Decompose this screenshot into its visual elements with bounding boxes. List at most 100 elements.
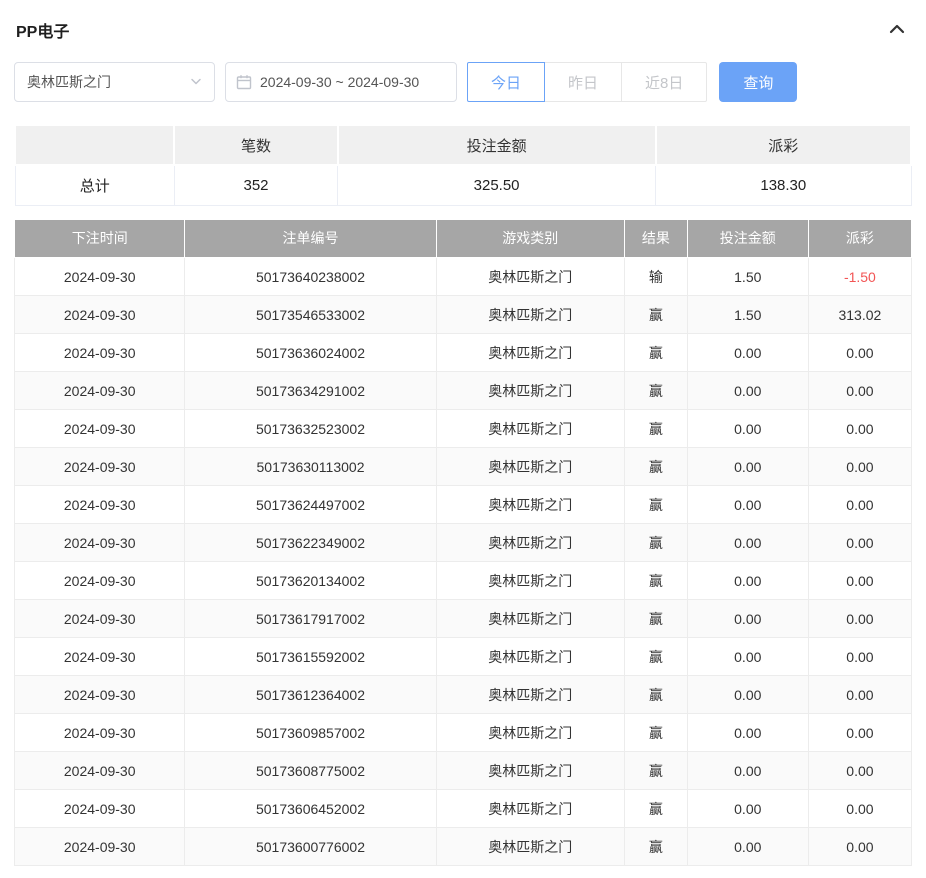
cell-payout: 0.00 <box>808 334 911 372</box>
cell-bet-amount: 0.00 <box>687 562 808 600</box>
cell-game-category: 奥林匹斯之门 <box>436 448 624 486</box>
cell-game-category: 奥林匹斯之门 <box>436 486 624 524</box>
cell-bet-amount: 0.00 <box>687 334 808 372</box>
cell-result: 赢 <box>624 676 687 714</box>
cell-result: 赢 <box>624 524 687 562</box>
cell-payout: 0.00 <box>808 410 911 448</box>
cell-order-number: 50173617917002 <box>185 600 436 638</box>
cell-bet-time: 2024-09-30 <box>15 296 185 334</box>
col-header-bet-amount: 投注金额 <box>687 220 808 258</box>
cell-bet-time: 2024-09-30 <box>15 372 185 410</box>
table-row: 2024-09-30 50173600776002 奥林匹斯之门 赢 0.00 … <box>15 828 912 866</box>
table-row: 2024-09-30 50173622349002 奥林匹斯之门 赢 0.00 … <box>15 524 912 562</box>
collapse-button[interactable] <box>884 20 910 41</box>
table-row: 2024-09-30 50173620134002 奥林匹斯之门 赢 0.00 … <box>15 562 912 600</box>
quick-range-last8days-button[interactable]: 近8日 <box>621 62 707 102</box>
cell-game-category: 奥林匹斯之门 <box>436 410 624 448</box>
records-tbody: 2024-09-30 50173640238002 奥林匹斯之门 输 1.50 … <box>15 258 912 866</box>
cell-payout: 0.00 <box>808 828 911 866</box>
cell-game-category: 奥林匹斯之门 <box>436 828 624 866</box>
col-header-payout: 派彩 <box>808 220 911 258</box>
cell-order-number: 50173624497002 <box>185 486 436 524</box>
panel-header: PP电子 <box>14 12 912 42</box>
cell-result: 赢 <box>624 600 687 638</box>
table-row: 2024-09-30 50173606452002 奥林匹斯之门 赢 0.00 … <box>15 790 912 828</box>
cell-order-number: 50173546533002 <box>185 296 436 334</box>
summary-total-label: 总计 <box>15 165 174 205</box>
cell-bet-amount: 0.00 <box>687 448 808 486</box>
cell-bet-time: 2024-09-30 <box>15 714 185 752</box>
cell-payout: 0.00 <box>808 600 911 638</box>
cell-order-number: 50173620134002 <box>185 562 436 600</box>
cell-bet-time: 2024-09-30 <box>15 828 185 866</box>
cell-bet-time: 2024-09-30 <box>15 676 185 714</box>
cell-order-number: 50173615592002 <box>185 638 436 676</box>
summary-table: 笔数 投注金额 派彩 总计 352 325.50 138.30 <box>14 124 912 206</box>
table-row: 2024-09-30 50173632523002 奥林匹斯之门 赢 0.00 … <box>15 410 912 448</box>
cell-order-number: 50173640238002 <box>185 258 436 296</box>
cell-order-number: 50173630113002 <box>185 448 436 486</box>
table-row: 2024-09-30 50173636024002 奥林匹斯之门 赢 0.00 … <box>15 334 912 372</box>
cell-bet-time: 2024-09-30 <box>15 562 185 600</box>
records-table: 下注时间 注单编号 游戏类别 结果 投注金额 派彩 2024-09-30 501… <box>14 220 912 867</box>
summary-col-count: 笔数 <box>174 125 337 165</box>
table-row: 2024-09-30 50173630113002 奥林匹斯之门 赢 0.00 … <box>15 448 912 486</box>
cell-bet-amount: 0.00 <box>687 638 808 676</box>
cell-game-category: 奥林匹斯之门 <box>436 714 624 752</box>
cell-result: 赢 <box>624 448 687 486</box>
game-select[interactable]: 奥林匹斯之门 <box>14 62 215 102</box>
cell-bet-amount: 0.00 <box>687 752 808 790</box>
cell-game-category: 奥林匹斯之门 <box>436 372 624 410</box>
cell-order-number: 50173632523002 <box>185 410 436 448</box>
table-row: 2024-09-30 50173624497002 奥林匹斯之门 赢 0.00 … <box>15 486 912 524</box>
cell-order-number: 50173609857002 <box>185 714 436 752</box>
cell-order-number: 50173608775002 <box>185 752 436 790</box>
cell-bet-amount: 0.00 <box>687 600 808 638</box>
cell-payout: 0.00 <box>808 486 911 524</box>
cell-bet-amount: 0.00 <box>687 714 808 752</box>
table-row: 2024-09-30 50173615592002 奥林匹斯之门 赢 0.00 … <box>15 638 912 676</box>
cell-payout: 0.00 <box>808 372 911 410</box>
date-range-value: 2024-09-30 ~ 2024-09-30 <box>260 74 419 90</box>
cell-bet-amount: 0.00 <box>687 828 808 866</box>
cell-bet-time: 2024-09-30 <box>15 790 185 828</box>
col-header-bet-time: 下注时间 <box>15 220 185 258</box>
calendar-icon <box>236 74 252 90</box>
cell-bet-amount: 0.00 <box>687 410 808 448</box>
search-button[interactable]: 查询 <box>719 62 797 102</box>
cell-game-category: 奥林匹斯之门 <box>436 258 624 296</box>
cell-bet-amount: 0.00 <box>687 372 808 410</box>
summary-total-payout: 138.30 <box>656 165 911 205</box>
cell-bet-time: 2024-09-30 <box>15 752 185 790</box>
cell-game-category: 奥林匹斯之门 <box>436 638 624 676</box>
date-range-input[interactable]: 2024-09-30 ~ 2024-09-30 <box>225 62 457 102</box>
table-row: 2024-09-30 50173617917002 奥林匹斯之门 赢 0.00 … <box>15 600 912 638</box>
cell-bet-time: 2024-09-30 <box>15 600 185 638</box>
cell-payout: 0.00 <box>808 752 911 790</box>
cell-bet-time: 2024-09-30 <box>15 486 185 524</box>
table-row: 2024-09-30 50173546533002 奥林匹斯之门 赢 1.50 … <box>15 296 912 334</box>
quick-range-yesterday-button[interactable]: 昨日 <box>544 62 622 102</box>
cell-payout: 0.00 <box>808 524 911 562</box>
table-row: 2024-09-30 50173608775002 奥林匹斯之门 赢 0.00 … <box>15 752 912 790</box>
cell-order-number: 50173622349002 <box>185 524 436 562</box>
cell-result: 赢 <box>624 486 687 524</box>
cell-payout: 0.00 <box>808 790 911 828</box>
summary-col-payout: 派彩 <box>656 125 911 165</box>
chevron-down-icon <box>190 74 202 90</box>
col-header-result: 结果 <box>624 220 687 258</box>
cell-bet-amount: 0.00 <box>687 486 808 524</box>
table-row: 2024-09-30 50173640238002 奥林匹斯之门 输 1.50 … <box>15 258 912 296</box>
cell-bet-amount: 1.50 <box>687 296 808 334</box>
col-header-order-number: 注单编号 <box>185 220 436 258</box>
summary-header-row: 笔数 投注金额 派彩 <box>15 125 911 165</box>
cell-game-category: 奥林匹斯之门 <box>436 752 624 790</box>
cell-result: 赢 <box>624 752 687 790</box>
quick-range-today-button[interactable]: 今日 <box>467 62 545 102</box>
game-select-value: 奥林匹斯之门 <box>27 72 111 92</box>
cell-game-category: 奥林匹斯之门 <box>436 296 624 334</box>
cell-result: 赢 <box>624 334 687 372</box>
cell-result: 赢 <box>624 562 687 600</box>
cell-bet-amount: 0.00 <box>687 524 808 562</box>
cell-game-category: 奥林匹斯之门 <box>436 334 624 372</box>
